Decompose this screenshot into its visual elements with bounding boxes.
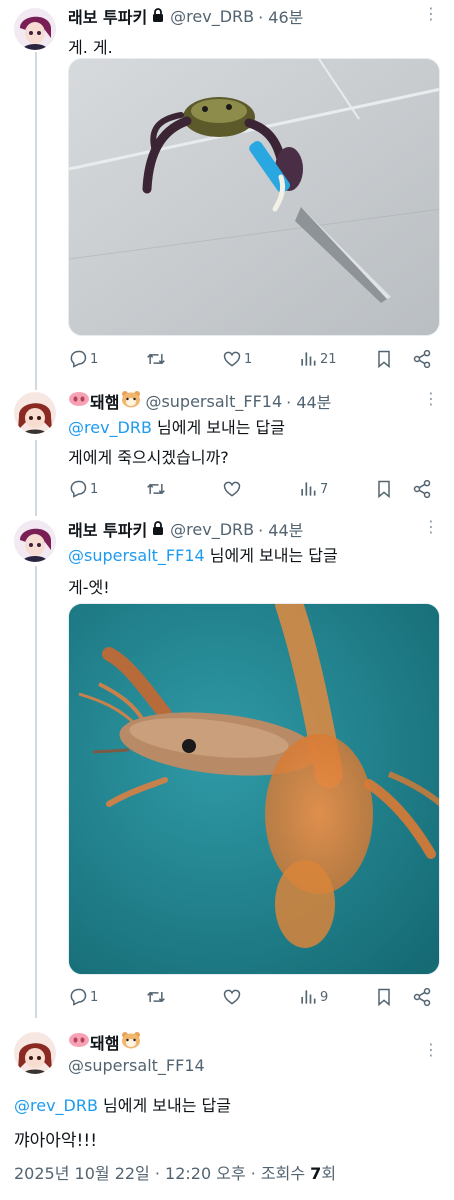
reply-icon xyxy=(70,350,87,368)
reply-button[interactable]: 1 xyxy=(68,986,98,1008)
tweet-image[interactable] xyxy=(68,58,440,336)
mention-link[interactable]: @supersalt_FF14 xyxy=(68,546,205,565)
display-name[interactable]: 래보 투파키 xyxy=(68,517,147,541)
more-icon[interactable]: ⋮ xyxy=(422,517,440,536)
reply-count: 1 xyxy=(90,351,99,367)
avatar[interactable] xyxy=(14,520,56,562)
replying-to: @rev_DRB 님에게 보내는 답글 xyxy=(14,1092,231,1116)
tweet-actions: 1 9 xyxy=(68,986,440,1008)
retweet-icon xyxy=(147,483,165,495)
tweet-meta: 2025년 10월 22일 · 12:20 오후 · 조회수 7회 xyxy=(14,1160,336,1184)
handle[interactable]: @supersalt_FF14 xyxy=(68,1056,205,1075)
views-icon xyxy=(301,990,316,1004)
timestamp[interactable]: · 46분 xyxy=(258,4,303,28)
views-count: 9 xyxy=(320,989,329,1005)
share-button[interactable] xyxy=(412,478,432,500)
retweet-icon xyxy=(147,353,165,365)
tweet-date[interactable]: 2025년 10월 22일 · 12:20 오후 · 조회수 xyxy=(14,1164,310,1183)
pig-nose-icon xyxy=(68,391,90,411)
reply-count: 1 xyxy=(90,481,99,497)
bookmark-button[interactable] xyxy=(374,348,394,370)
avatar[interactable] xyxy=(14,1032,56,1074)
replying-to-suffix: 님에게 보내는 답글 xyxy=(97,1096,231,1115)
replying-to: @rev_DRB 님에게 보내는 답글 xyxy=(68,414,285,438)
tweet-header: 래보 투파키 @rev_DRB · 46분 xyxy=(68,4,303,28)
avatar[interactable] xyxy=(14,392,56,434)
display-name[interactable]: 래보 투파키 xyxy=(68,4,147,28)
retweet-button[interactable] xyxy=(146,478,166,500)
views-icon xyxy=(301,352,316,366)
main-tweet-header: 돼햄 xyxy=(68,1030,141,1054)
more-icon[interactable]: ⋮ xyxy=(422,389,440,408)
share-icon xyxy=(413,479,431,499)
share-button[interactable] xyxy=(412,986,432,1008)
retweet-button[interactable] xyxy=(146,348,166,370)
replying-to-suffix: 님에게 보내는 답글 xyxy=(151,418,285,437)
replying-to: @supersalt_FF14 님에게 보내는 답글 xyxy=(68,542,338,566)
bookmark-icon xyxy=(378,480,390,499)
timestamp[interactable]: · 44분 xyxy=(286,389,331,413)
thread-line xyxy=(35,52,37,390)
retweet-button[interactable] xyxy=(146,986,166,1008)
tweet-header: 돼햄 @supersalt_FF14 · 44분 xyxy=(68,389,331,413)
crab-with-knife-image xyxy=(69,59,439,335)
like-count: 1 xyxy=(244,351,253,367)
thread-line xyxy=(35,440,37,516)
handle[interactable]: @rev_DRB xyxy=(170,520,254,539)
lock-icon xyxy=(152,520,164,539)
views-button[interactable]: 9 xyxy=(298,986,328,1008)
share-button[interactable] xyxy=(412,348,432,370)
display-name[interactable]: 돼햄 xyxy=(90,389,119,413)
retweet-icon xyxy=(147,991,165,1003)
pig-nose-icon xyxy=(68,1032,90,1052)
hamster-icon xyxy=(121,1031,141,1053)
bookmark-icon xyxy=(378,988,390,1007)
tweet-text: 게. 게. xyxy=(68,38,113,57)
views-button[interactable]: 21 xyxy=(298,348,337,370)
tweet-image[interactable] xyxy=(68,603,440,975)
reply-icon xyxy=(70,988,87,1006)
views-button[interactable]: 7 xyxy=(298,478,328,500)
replying-to-suffix: 님에게 보내는 답글 xyxy=(204,546,338,565)
like-icon xyxy=(223,989,241,1005)
tweet-header: 래보 투파키 @rev_DRB · 44분 xyxy=(68,517,303,541)
reply-icon xyxy=(70,480,87,498)
tweet-actions: 1 1 21 xyxy=(68,348,440,370)
handle[interactable]: @rev_DRB xyxy=(170,7,254,26)
views-icon xyxy=(301,482,316,496)
handle[interactable]: @supersalt_FF14 xyxy=(145,392,282,411)
share-icon xyxy=(413,349,431,369)
reply-button[interactable]: 1 xyxy=(68,478,98,500)
bookmark-button[interactable] xyxy=(374,478,394,500)
views-count: 21 xyxy=(320,351,337,367)
tweet-actions: 1 7 xyxy=(68,478,440,500)
share-icon xyxy=(413,987,431,1007)
like-button[interactable] xyxy=(222,478,242,500)
more-icon[interactable]: ⋮ xyxy=(422,4,440,23)
reply-button[interactable]: 1 xyxy=(68,348,98,370)
shrimp-underwater-image xyxy=(69,604,439,974)
tweet-text: 게-엣! xyxy=(68,578,110,597)
like-button[interactable] xyxy=(222,986,242,1008)
mention-link[interactable]: @rev_DRB xyxy=(68,418,152,437)
lock-icon xyxy=(152,7,164,26)
mention-link[interactable]: @rev_DRB xyxy=(14,1096,98,1115)
thread-line xyxy=(35,566,37,1018)
like-icon xyxy=(223,351,241,367)
bookmark-icon xyxy=(378,350,390,369)
more-icon[interactable]: ⋮ xyxy=(422,1040,440,1059)
views-suffix: 회 xyxy=(321,1164,337,1183)
reply-count: 1 xyxy=(90,989,99,1005)
tweet-text: 게에게 죽으시겠습니까? xyxy=(68,448,229,467)
timestamp[interactable]: · 44분 xyxy=(258,517,303,541)
main-tweet-text: 꺄아아악!!! xyxy=(14,1131,98,1151)
views-count: 7 xyxy=(310,1164,322,1183)
bookmark-button[interactable] xyxy=(374,986,394,1008)
like-button[interactable]: 1 xyxy=(222,348,252,370)
avatar[interactable] xyxy=(14,8,56,50)
like-icon xyxy=(223,481,241,497)
views-count: 7 xyxy=(320,481,329,497)
hamster-icon xyxy=(121,390,141,412)
display-name[interactable]: 돼햄 xyxy=(90,1030,119,1054)
